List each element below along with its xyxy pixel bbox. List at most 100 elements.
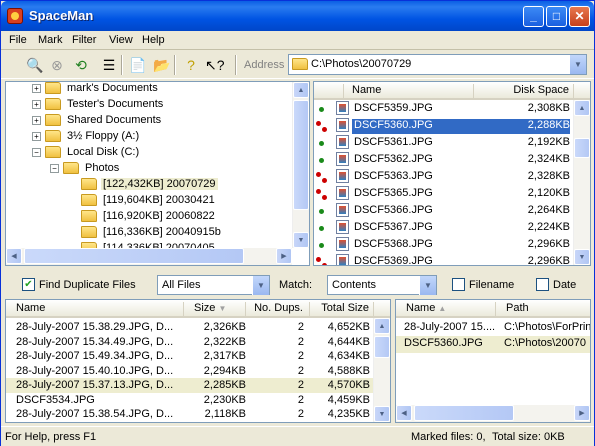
duplicate-row[interactable]: DSCF3534.JPG 2,230KB 2 4,459KB bbox=[6, 393, 374, 408]
file-row[interactable]: DSCF5366.JPG 2,264KB bbox=[336, 203, 574, 220]
duplicate-row[interactable]: 28-July-2007 15.40.10.JPG, D... 2,294KB 2 4… bbox=[6, 364, 374, 379]
file-row[interactable]: DSCF5362.JPG 2,324KB bbox=[336, 152, 574, 169]
scroll-up-button[interactable]: ▲ bbox=[293, 82, 309, 98]
file-row[interactable]: DSCF5363.JPG 2,328KB bbox=[336, 169, 574, 186]
duplicate-row[interactable]: 28-July-2007 15.37.13.JPG, D... 2,285KB 2 4… bbox=[6, 378, 374, 393]
expand-toggle-icon[interactable]: + bbox=[32, 99, 41, 109]
file-row[interactable]: DSCF5369.JPG 2,296KB bbox=[336, 254, 574, 265]
col-name-header[interactable]: Name bbox=[344, 84, 474, 98]
scroll-down-button[interactable]: ▼ bbox=[574, 249, 590, 265]
dropdown-arrow-icon[interactable]: ▼ bbox=[419, 276, 436, 295]
col-no-dups-header[interactable]: No. Dups. bbox=[246, 302, 310, 316]
date-checkbox[interactable] bbox=[536, 278, 549, 291]
properties-icon[interactable]: ☰ bbox=[100, 56, 118, 74]
tree-item-label: Shared Documents bbox=[67, 114, 162, 126]
filename-checkbox[interactable] bbox=[452, 278, 465, 291]
tree-vscrollbar[interactable]: ▲ ▼ bbox=[292, 82, 309, 248]
duplicates-list[interactable]: Name Size ▼ No. Dups. Total Size 28-July… bbox=[5, 299, 391, 423]
stop-icon[interactable]: ⊗ bbox=[48, 56, 66, 74]
folder-icon bbox=[81, 226, 97, 239]
menu-filter[interactable]: Filter bbox=[72, 34, 96, 46]
find-duplicates-checkbox[interactable]: ✔ bbox=[22, 278, 35, 291]
context-help-icon[interactable]: ↖? bbox=[205, 56, 225, 74]
tree-item[interactable]: + Tester's Documents bbox=[32, 98, 165, 115]
tree-item[interactable]: − Photos bbox=[50, 162, 121, 179]
scroll-up-button[interactable]: ▲ bbox=[374, 318, 390, 334]
tree-item[interactable]: + mark's Documents bbox=[32, 82, 160, 99]
status-bar: For Help, press F1 Marked files: 0, Tota… bbox=[1, 426, 594, 446]
maximize-button[interactable]: □ bbox=[546, 6, 567, 27]
col-total-size-header[interactable]: Total Size bbox=[310, 302, 374, 316]
window-title: SpaceMan bbox=[29, 8, 94, 23]
expand-toggle-icon[interactable]: − bbox=[50, 163, 59, 173]
tree-item[interactable]: [116,920KB] 20060822 bbox=[68, 210, 217, 227]
address-field[interactable]: C:\Photos\20070729 ▼ bbox=[288, 54, 587, 75]
hscroll-thumb[interactable] bbox=[414, 405, 514, 421]
expand-toggle-icon[interactable]: + bbox=[32, 83, 41, 93]
scroll-left-button[interactable]: ◀ bbox=[6, 248, 22, 264]
minimize-button[interactable]: _ bbox=[523, 6, 544, 27]
scroll-thumb[interactable] bbox=[374, 336, 390, 358]
expand-toggle-icon[interactable]: − bbox=[32, 147, 41, 157]
copy-icon[interactable]: 📄 bbox=[129, 56, 147, 74]
duplicate-row[interactable]: 28-July-2007 15.49.34.JPG, D... 2,317KB 2 4… bbox=[6, 349, 374, 364]
tree-item[interactable]: − Local Disk (C:) bbox=[32, 146, 141, 163]
match-select[interactable]: Contents ▼ bbox=[327, 275, 437, 295]
files-vscrollbar[interactable]: ▲ ▼ bbox=[573, 100, 590, 265]
duplicate-detail-list[interactable]: Name ▲ Path 28-July-2007 15.... C:\Photos… bbox=[395, 299, 591, 423]
title-bar[interactable]: SpaceMan _ □ ✕ bbox=[1, 1, 594, 31]
scroll-thumb[interactable] bbox=[293, 100, 309, 210]
file-type-select[interactable]: All Files ▼ bbox=[157, 275, 270, 295]
col-path-header[interactable]: Path bbox=[496, 302, 590, 316]
dropdown-arrow-icon[interactable]: ▼ bbox=[252, 276, 269, 295]
binoculars-icon[interactable]: 🔍 bbox=[26, 56, 44, 74]
file-row[interactable]: DSCF5367.JPG 2,224KB bbox=[336, 220, 574, 237]
tree-hscrollbar[interactable]: ◀ ▶ bbox=[6, 248, 292, 265]
duplicate-row[interactable]: 28-July-2007 15.38.29.JPG, D... 2,326KB 2 4… bbox=[6, 320, 374, 335]
tree-item[interactable]: [116,336KB] 20040915b bbox=[68, 226, 223, 243]
scroll-thumb[interactable] bbox=[574, 138, 590, 158]
expand-toggle-icon[interactable]: + bbox=[32, 115, 41, 125]
detail-row[interactable]: DSCF5360.JPG C:\Photos\20070 bbox=[396, 336, 590, 353]
move-folder-icon[interactable]: 📂 bbox=[153, 56, 171, 74]
scroll-up-button[interactable]: ▲ bbox=[574, 100, 590, 116]
dups-vscrollbar[interactable]: ▲ ▼ bbox=[373, 318, 390, 422]
file-size: 2,264KB bbox=[527, 204, 570, 216]
detail-row[interactable]: 28-July-2007 15.... C:\Photos\ForPrin bbox=[396, 320, 590, 337]
duplicate-row[interactable]: 28-July-2007 15.38.54.JPG, D... 2,118KB 2 4… bbox=[6, 407, 374, 422]
scroll-right-button[interactable]: ▶ bbox=[574, 405, 590, 421]
menu-file[interactable]: File bbox=[9, 34, 27, 46]
file-row[interactable]: DSCF5365.JPG 2,120KB bbox=[336, 186, 574, 203]
menu-view[interactable]: View bbox=[109, 34, 133, 46]
refresh-icon[interactable]: ⟲ bbox=[72, 56, 90, 74]
scroll-down-button[interactable]: ▼ bbox=[374, 406, 390, 422]
tree-item[interactable]: + Shared Documents bbox=[32, 114, 163, 131]
address-dropdown-button[interactable]: ▼ bbox=[569, 55, 586, 74]
tree-item[interactable]: +3½ Floppy (A:) bbox=[32, 130, 141, 147]
scroll-down-button[interactable]: ▼ bbox=[293, 232, 309, 248]
col-name-header[interactable]: Name bbox=[6, 302, 184, 316]
tree-item[interactable]: [122,432KB] 20070729 bbox=[68, 178, 218, 195]
scroll-right-button[interactable]: ▶ bbox=[276, 248, 292, 264]
file-row[interactable]: DSCF5360.JPG 2,288KB bbox=[336, 118, 574, 135]
cell: 2,294KB bbox=[203, 364, 246, 377]
file-row[interactable]: DSCF5368.JPG 2,296KB bbox=[336, 237, 574, 254]
file-row[interactable]: DSCF5361.JPG 2,192KB bbox=[336, 135, 574, 152]
detail-hscrollbar[interactable]: ◀ ▶ bbox=[396, 405, 590, 422]
col-name-header[interactable]: Name ▲ bbox=[396, 302, 496, 316]
scroll-left-button[interactable]: ◀ bbox=[396, 405, 412, 421]
help-icon[interactable]: ? bbox=[182, 56, 200, 74]
col-disk-space-header[interactable]: Disk Space bbox=[474, 84, 574, 98]
tree-item[interactable]: [119,604KB] 20030421 bbox=[68, 194, 217, 211]
file-row[interactable]: DSCF5359.JPG 2,308KB bbox=[336, 101, 574, 118]
hscroll-thumb[interactable] bbox=[24, 248, 244, 264]
col-size-header[interactable]: Size ▼ bbox=[184, 302, 246, 316]
menu-help[interactable]: Help bbox=[142, 34, 165, 46]
menu-mark[interactable]: Mark bbox=[38, 34, 62, 46]
file-size: 2,324KB bbox=[527, 153, 570, 165]
duplicate-row[interactable]: 28-July-2007 15.34.49.JPG, D... 2,322KB 2 4… bbox=[6, 335, 374, 350]
close-button[interactable]: ✕ bbox=[569, 6, 590, 27]
folder-tree[interactable]: + mark's Documents + Tester's Documents + Sha… bbox=[5, 81, 310, 266]
file-list[interactable]: Name Disk Space DSCF5359.JPG 2,308KB DSCF5… bbox=[313, 81, 591, 266]
expand-toggle-icon[interactable]: + bbox=[32, 131, 41, 141]
